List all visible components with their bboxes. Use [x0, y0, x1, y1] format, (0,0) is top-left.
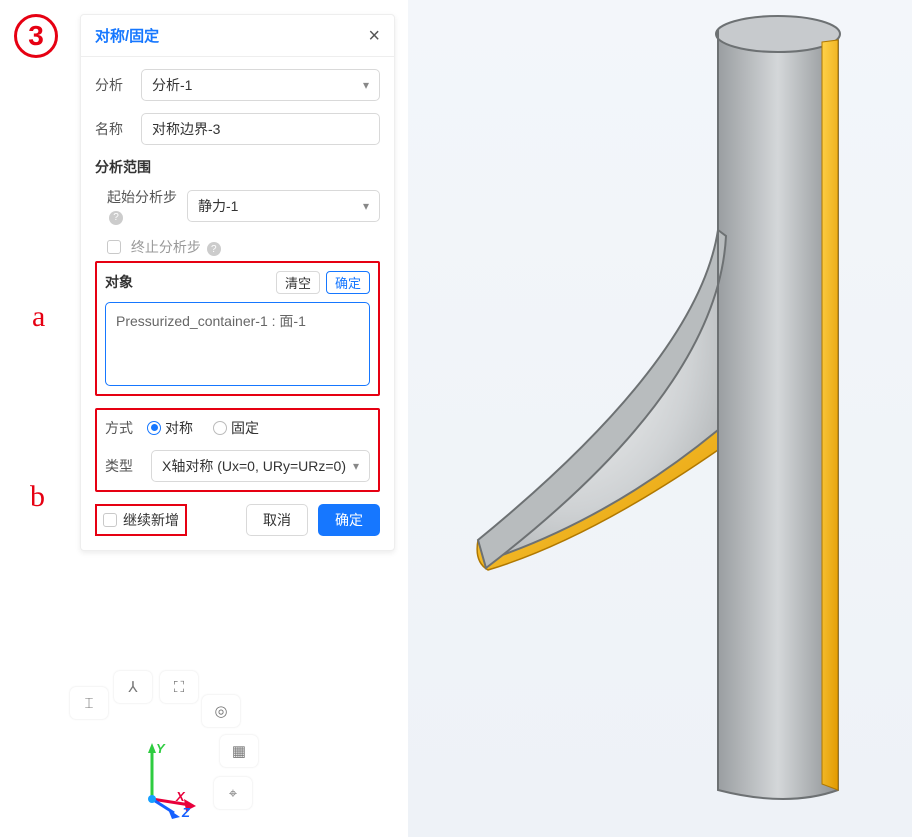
object-section: 对象 清空 确定 Pressurized_container-1 : 面-1: [95, 261, 380, 396]
label-method: 方式: [105, 418, 141, 438]
nav-axes-icon[interactable]: ⅄: [114, 671, 152, 703]
viewport-3d[interactable]: [408, 0, 912, 837]
label-end-step: 终止分析步: [131, 239, 201, 255]
nav-expand-icon[interactable]: ⛶: [160, 671, 198, 703]
object-selection-list[interactable]: Pressurized_container-1 : 面-1: [105, 302, 370, 386]
input-name-value: 对称边界-3: [152, 119, 220, 139]
chevron-down-icon: ▾: [363, 199, 369, 213]
label-keep-add: 继续新增: [123, 510, 179, 530]
row-end-step: 终止分析步 ?: [107, 237, 380, 257]
keep-add-wrap[interactable]: 继续新增: [95, 504, 187, 536]
row-method: 方式 对称 固定: [105, 418, 370, 438]
panel-body: 分析 分析-1 ▾ 名称 对称边界-3 分析范围 起始分析步 ? 静力-1: [81, 57, 394, 550]
chevron-down-icon: ▾: [353, 459, 359, 473]
label-start-step-text: 起始分析步: [107, 189, 177, 205]
label-start-step: 起始分析步 ?: [107, 187, 177, 225]
object-clear-button[interactable]: 清空: [276, 271, 320, 294]
row-analysis: 分析 分析-1 ▾: [95, 69, 380, 101]
help-icon[interactable]: ?: [109, 211, 123, 225]
checkbox-keep-add[interactable]: [103, 513, 117, 527]
axis-z-label: Z: [181, 805, 191, 819]
radio-symmetry-wrap[interactable]: 对称: [147, 418, 193, 438]
chevron-down-icon: ▾: [363, 78, 369, 92]
label-analysis: 分析: [95, 75, 131, 95]
row-start-step: 起始分析步 ? 静力-1 ▾: [107, 187, 380, 225]
help-icon[interactable]: ?: [207, 242, 221, 256]
section-title-scope: 分析范围: [95, 157, 380, 177]
select-analysis[interactable]: 分析-1 ▾: [141, 69, 380, 101]
radio-fixed-wrap[interactable]: 固定: [213, 418, 259, 438]
axis-x-label: X: [175, 789, 186, 804]
nav-iso-icon[interactable]: ⌶: [70, 687, 108, 719]
row-type: 类型 X轴对称 (Ux=0, URy=URz=0) ▾: [105, 450, 370, 482]
symmetry-fix-panel: 对称/固定 × 分析 分析-1 ▾ 名称 对称边界-3 分析范围 起始分析步 ?: [80, 14, 395, 551]
object-selected-item[interactable]: Pressurized_container-1 : 面-1: [116, 311, 359, 331]
row-name: 名称 对称边界-3: [95, 113, 380, 145]
panel-header: 对称/固定 ×: [81, 15, 394, 57]
select-type-value: X轴对称 (Ux=0, URy=URz=0): [162, 456, 346, 476]
panel-title: 对称/固定: [95, 25, 159, 46]
checkbox-end-step[interactable]: [107, 240, 121, 254]
checkbox-end-step-wrap[interactable]: 终止分析步 ?: [107, 237, 221, 257]
method-type-section: 方式 对称 固定 类型 X轴对称 (Ux=0, URy=URz=0) ▾: [95, 408, 380, 492]
radio-symmetry-label: 对称: [165, 418, 193, 438]
ok-button[interactable]: 确定: [318, 504, 380, 536]
object-header: 对象 清空 确定: [105, 271, 370, 294]
object-buttons: 清空 确定: [276, 271, 370, 294]
nav-grid-icon[interactable]: ▦: [220, 735, 258, 767]
axis-triad: Y X Z: [132, 739, 212, 819]
select-type[interactable]: X轴对称 (Ux=0, URy=URz=0) ▾: [151, 450, 370, 482]
select-start-step-value: 静力-1: [198, 196, 238, 216]
select-analysis-value: 分析-1: [152, 75, 192, 95]
annotation-step-3-text: 3: [28, 20, 44, 52]
panel-footer: 继续新增 取消 确定: [95, 504, 380, 536]
annotation-letter-b: b: [30, 480, 45, 514]
nav-target-icon[interactable]: ⌖: [214, 777, 252, 809]
radio-fixed[interactable]: [213, 421, 227, 435]
object-title: 对象: [105, 272, 133, 292]
label-type: 类型: [105, 456, 141, 476]
nav-focus-icon[interactable]: ◎: [202, 695, 240, 727]
annotation-letter-a: a: [32, 300, 45, 334]
footer-buttons: 取消 确定: [246, 504, 380, 536]
scope-block: 起始分析步 ? 静力-1 ▾ 终止分析步 ?: [95, 187, 380, 257]
annotation-step-3: 3: [14, 14, 58, 58]
axis-y-label: Y: [156, 741, 166, 756]
view-nav-wheel: ⌶ ⅄ ⛶ ◎ ▦ ⌖ Y X Z: [64, 671, 274, 831]
close-icon[interactable]: ×: [368, 26, 380, 46]
radio-fixed-label: 固定: [231, 418, 259, 438]
radio-symmetry[interactable]: [147, 421, 161, 435]
input-name[interactable]: 对称边界-3: [141, 113, 380, 145]
label-name: 名称: [95, 119, 131, 139]
cancel-button[interactable]: 取消: [246, 504, 308, 536]
object-confirm-button[interactable]: 确定: [326, 271, 370, 294]
select-start-step[interactable]: 静力-1 ▾: [187, 190, 380, 222]
model-render: [408, 0, 912, 837]
